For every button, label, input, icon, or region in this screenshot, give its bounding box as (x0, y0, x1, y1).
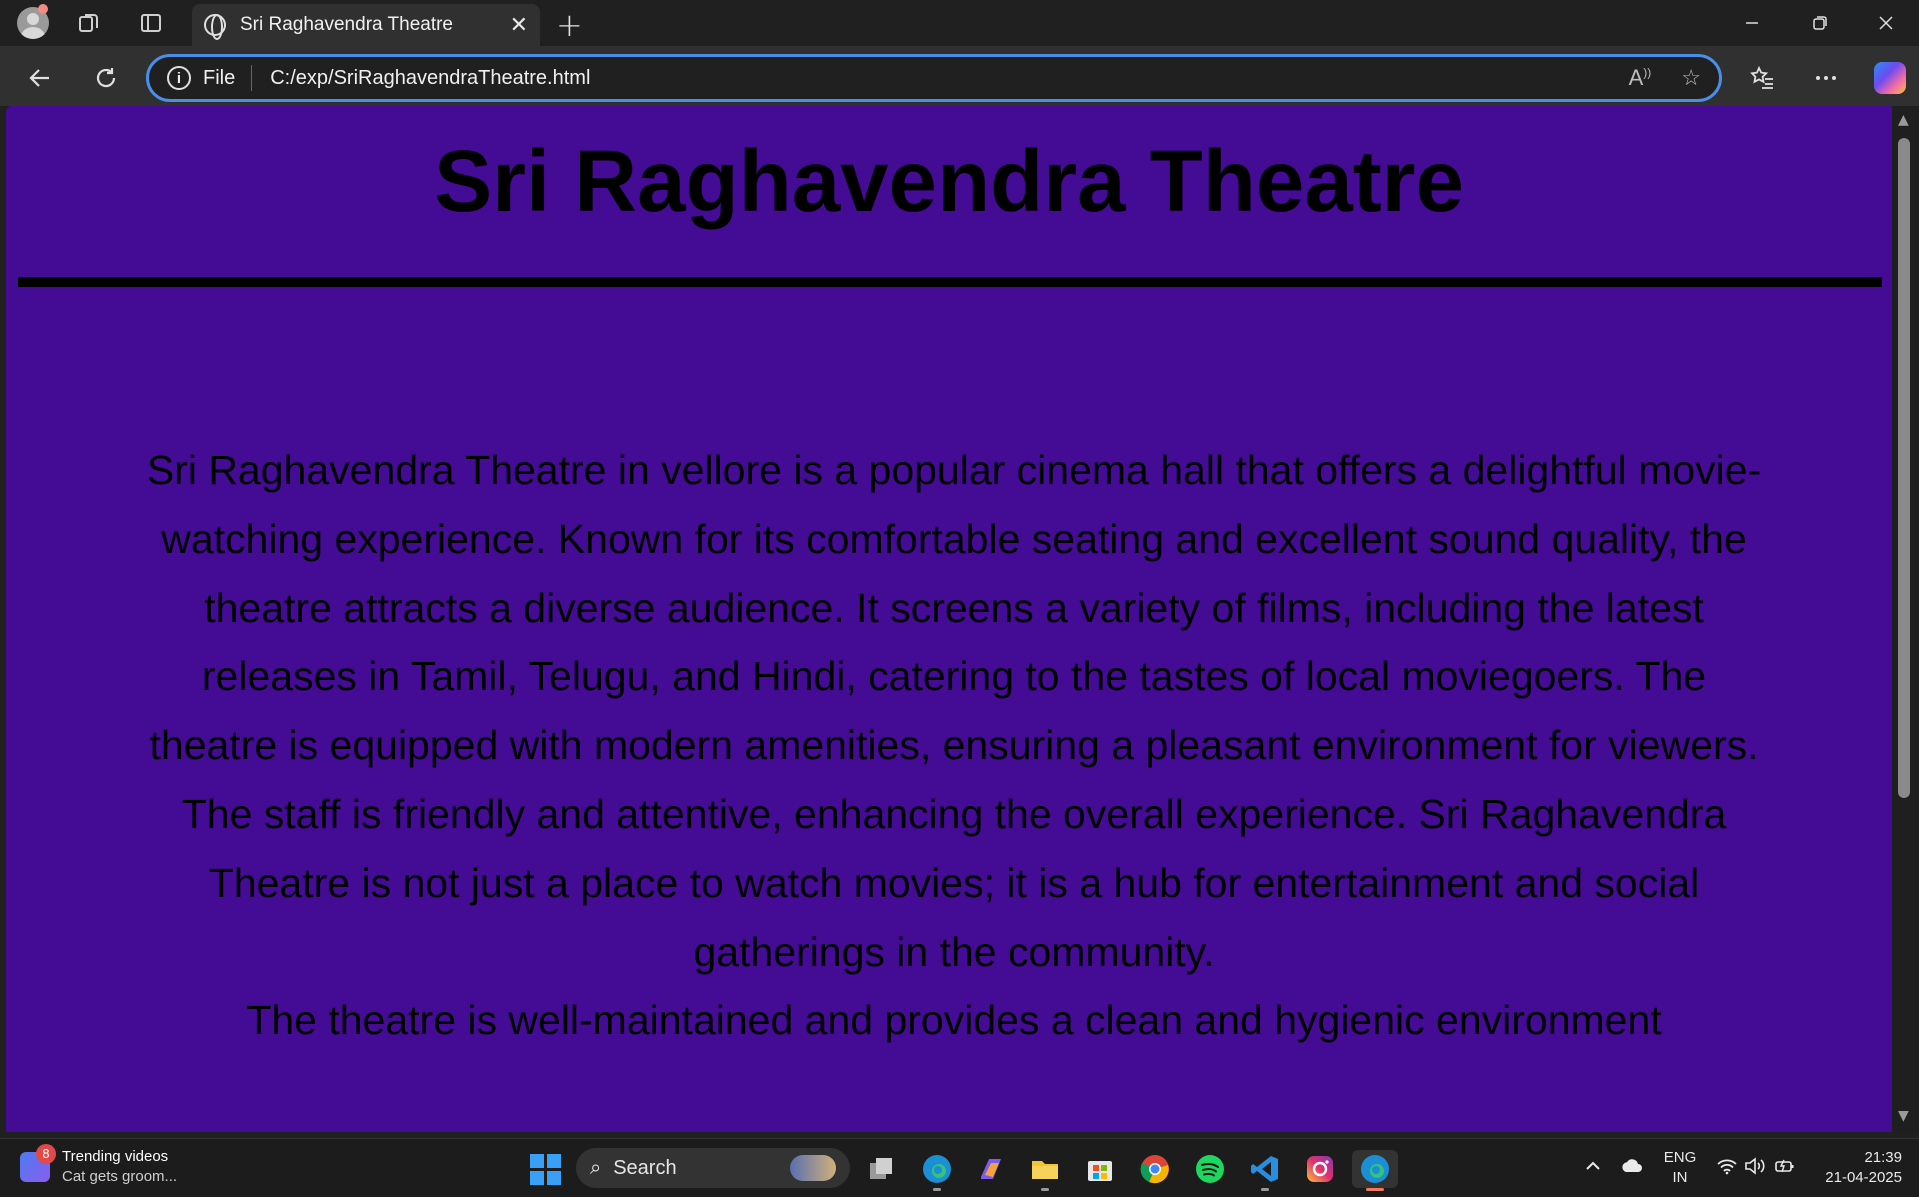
restore-button[interactable] (1786, 0, 1854, 46)
tab-actions-icon[interactable] (124, 0, 178, 46)
language-line-2: IN (1672, 1169, 1688, 1186)
file-explorer-icon[interactable] (1026, 1150, 1064, 1188)
favorites-icon[interactable] (1740, 56, 1784, 100)
close-tab-icon[interactable]: ✕ (510, 13, 528, 38)
vscode-running-indicator (1261, 1188, 1269, 1191)
read-aloud-icon[interactable]: A)) (1629, 65, 1652, 91)
copilot-icon[interactable] (1874, 62, 1906, 94)
active-tab[interactable]: Sri Raghavendra Theatre ✕ (192, 4, 540, 46)
clock-date: 21-04-2025 (1825, 1169, 1902, 1186)
task-view-icon[interactable] (862, 1150, 900, 1188)
page-viewport: Sri Raghavendra Theatre Sri Raghavendra … (6, 106, 1892, 1132)
refresh-icon (96, 68, 116, 88)
paragraph-about: Sri Raghavendra Theatre in vellore is a … (146, 447, 1762, 975)
address-url[interactable]: C:/exp/SriRaghavendraTheatre.html (270, 67, 1598, 90)
close-window-button[interactable] (1852, 0, 1919, 46)
widgets-button[interactable]: 8 Trending videos Cat gets groom... (20, 1144, 178, 1187)
address-scheme: File (203, 66, 236, 89)
taskbar-search[interactable]: ⌕ Search (576, 1148, 850, 1188)
instagram-icon[interactable] (1301, 1150, 1339, 1188)
start-button[interactable] (526, 1150, 564, 1188)
onedrive-icon[interactable] (1620, 1156, 1644, 1180)
edge-running-indicator (933, 1188, 941, 1191)
widget-subtitle: Cat gets groom... (62, 1168, 178, 1185)
page-content: Sri Raghavendra Theatre in vellore is a … (146, 436, 1762, 1055)
scroll-down-arrow-icon[interactable]: ▼ (1898, 1108, 1909, 1124)
widget-badge: 8 (36, 1144, 56, 1164)
info-icon[interactable]: i (167, 66, 191, 90)
edge-active-taskbar-icon[interactable] (1352, 1150, 1398, 1188)
vscode-icon[interactable] (1246, 1150, 1284, 1188)
volume-icon[interactable] (1744, 1156, 1766, 1180)
globe-icon (204, 14, 226, 40)
horizontal-rule (18, 277, 1882, 287)
scroll-thumb[interactable] (1898, 138, 1910, 798)
edge-taskbar-icon[interactable] (918, 1150, 956, 1188)
back-icon (29, 69, 49, 87)
copilot-taskbar-icon[interactable] (972, 1150, 1010, 1188)
battery-icon[interactable] (1774, 1156, 1796, 1180)
tray-overflow-icon[interactable] (1584, 1156, 1602, 1180)
new-tab-button[interactable]: + (556, 6, 583, 44)
wifi-icon[interactable] (1716, 1156, 1738, 1180)
store-icon[interactable] (1081, 1150, 1119, 1188)
address-separator (251, 65, 253, 91)
chrome-icon[interactable] (1136, 1150, 1174, 1188)
profile-button[interactable] (6, 0, 60, 46)
notification-dot (38, 4, 48, 14)
widget-title: Trending videos (62, 1148, 169, 1165)
search-label: Search (613, 1156, 677, 1179)
tab-title: Sri Raghavendra Theatre (240, 14, 453, 35)
browser-title-bar: Sri Raghavendra Theatre ✕ + (0, 0, 1919, 46)
language-indicator[interactable]: ENG IN (1662, 1148, 1698, 1188)
clock-time: 21:39 (1864, 1149, 1902, 1166)
language-line-1: ENG (1663, 1149, 1697, 1166)
clock[interactable]: 21:39 21-04-2025 (1812, 1148, 1902, 1188)
address-bar[interactable]: i File C:/exp/SriRaghavendraTheatre.html… (146, 54, 1722, 102)
edge-active-indicator (1366, 1188, 1384, 1191)
spotify-icon[interactable] (1191, 1150, 1229, 1188)
explorer-running-indicator (1041, 1188, 1049, 1191)
back-button[interactable] (18, 56, 62, 100)
windows-logo-icon (529, 1153, 561, 1185)
refresh-button[interactable] (84, 56, 128, 100)
minimize-button[interactable] (1718, 0, 1786, 46)
workspaces-icon[interactable] (62, 0, 116, 46)
page-title: Sri Raghavendra Theatre (434, 133, 1464, 230)
favorite-star-icon[interactable]: ☆ (1681, 65, 1701, 91)
widgets-icon: 8 (20, 1144, 56, 1182)
search-icon: ⌕ (590, 1156, 602, 1179)
search-highlight-icon (790, 1155, 836, 1181)
more-icon[interactable] (1804, 56, 1848, 100)
paragraph-maintenance: The theatre is well-maintained and provi… (246, 997, 1662, 1044)
scroll-up-arrow-icon[interactable]: ▲ (1898, 112, 1909, 128)
